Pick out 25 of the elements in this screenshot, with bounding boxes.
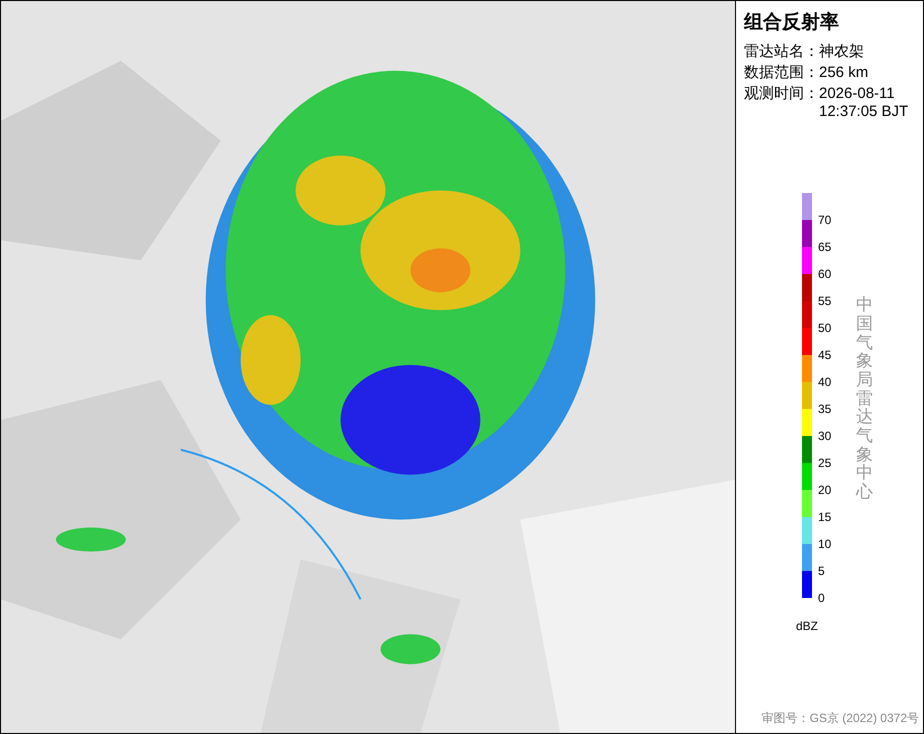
legend-label: 30 [818,429,832,443]
approval-number: 审图号：GS京 (2022) 0372号 [760,710,919,727]
info-value: 神农架 [819,43,865,61]
legend-label: 65 [818,240,832,254]
credit-text: 中国气象局雷达气象中心 [856,296,873,502]
unit-label: dBZ [796,619,820,633]
legend-label: 60 [818,267,832,281]
info-label: 数据范围： [744,64,819,82]
legend-label: 25 [818,456,832,470]
legend-label: 45 [818,348,832,362]
legend-label: 50 [818,321,832,335]
legend-label: 55 [818,294,832,308]
legend-label: 70 [818,213,832,227]
legend-label: 0 [818,591,825,605]
legend-label: 40 [818,375,832,389]
info-label: 雷达站名： [744,43,819,61]
legend-label: 5 [818,564,825,578]
info-value: 2026-08-11 12:37:05 BJT [819,85,908,121]
legend-label: 10 [818,537,832,551]
legend-label: 15 [818,510,832,524]
info-label: 观测时间： [744,85,819,104]
panel-title: 组合反射率 [744,10,840,35]
info-value: 256 km [819,64,870,82]
legend-label: 35 [818,402,832,416]
legend-label: 20 [818,483,832,497]
